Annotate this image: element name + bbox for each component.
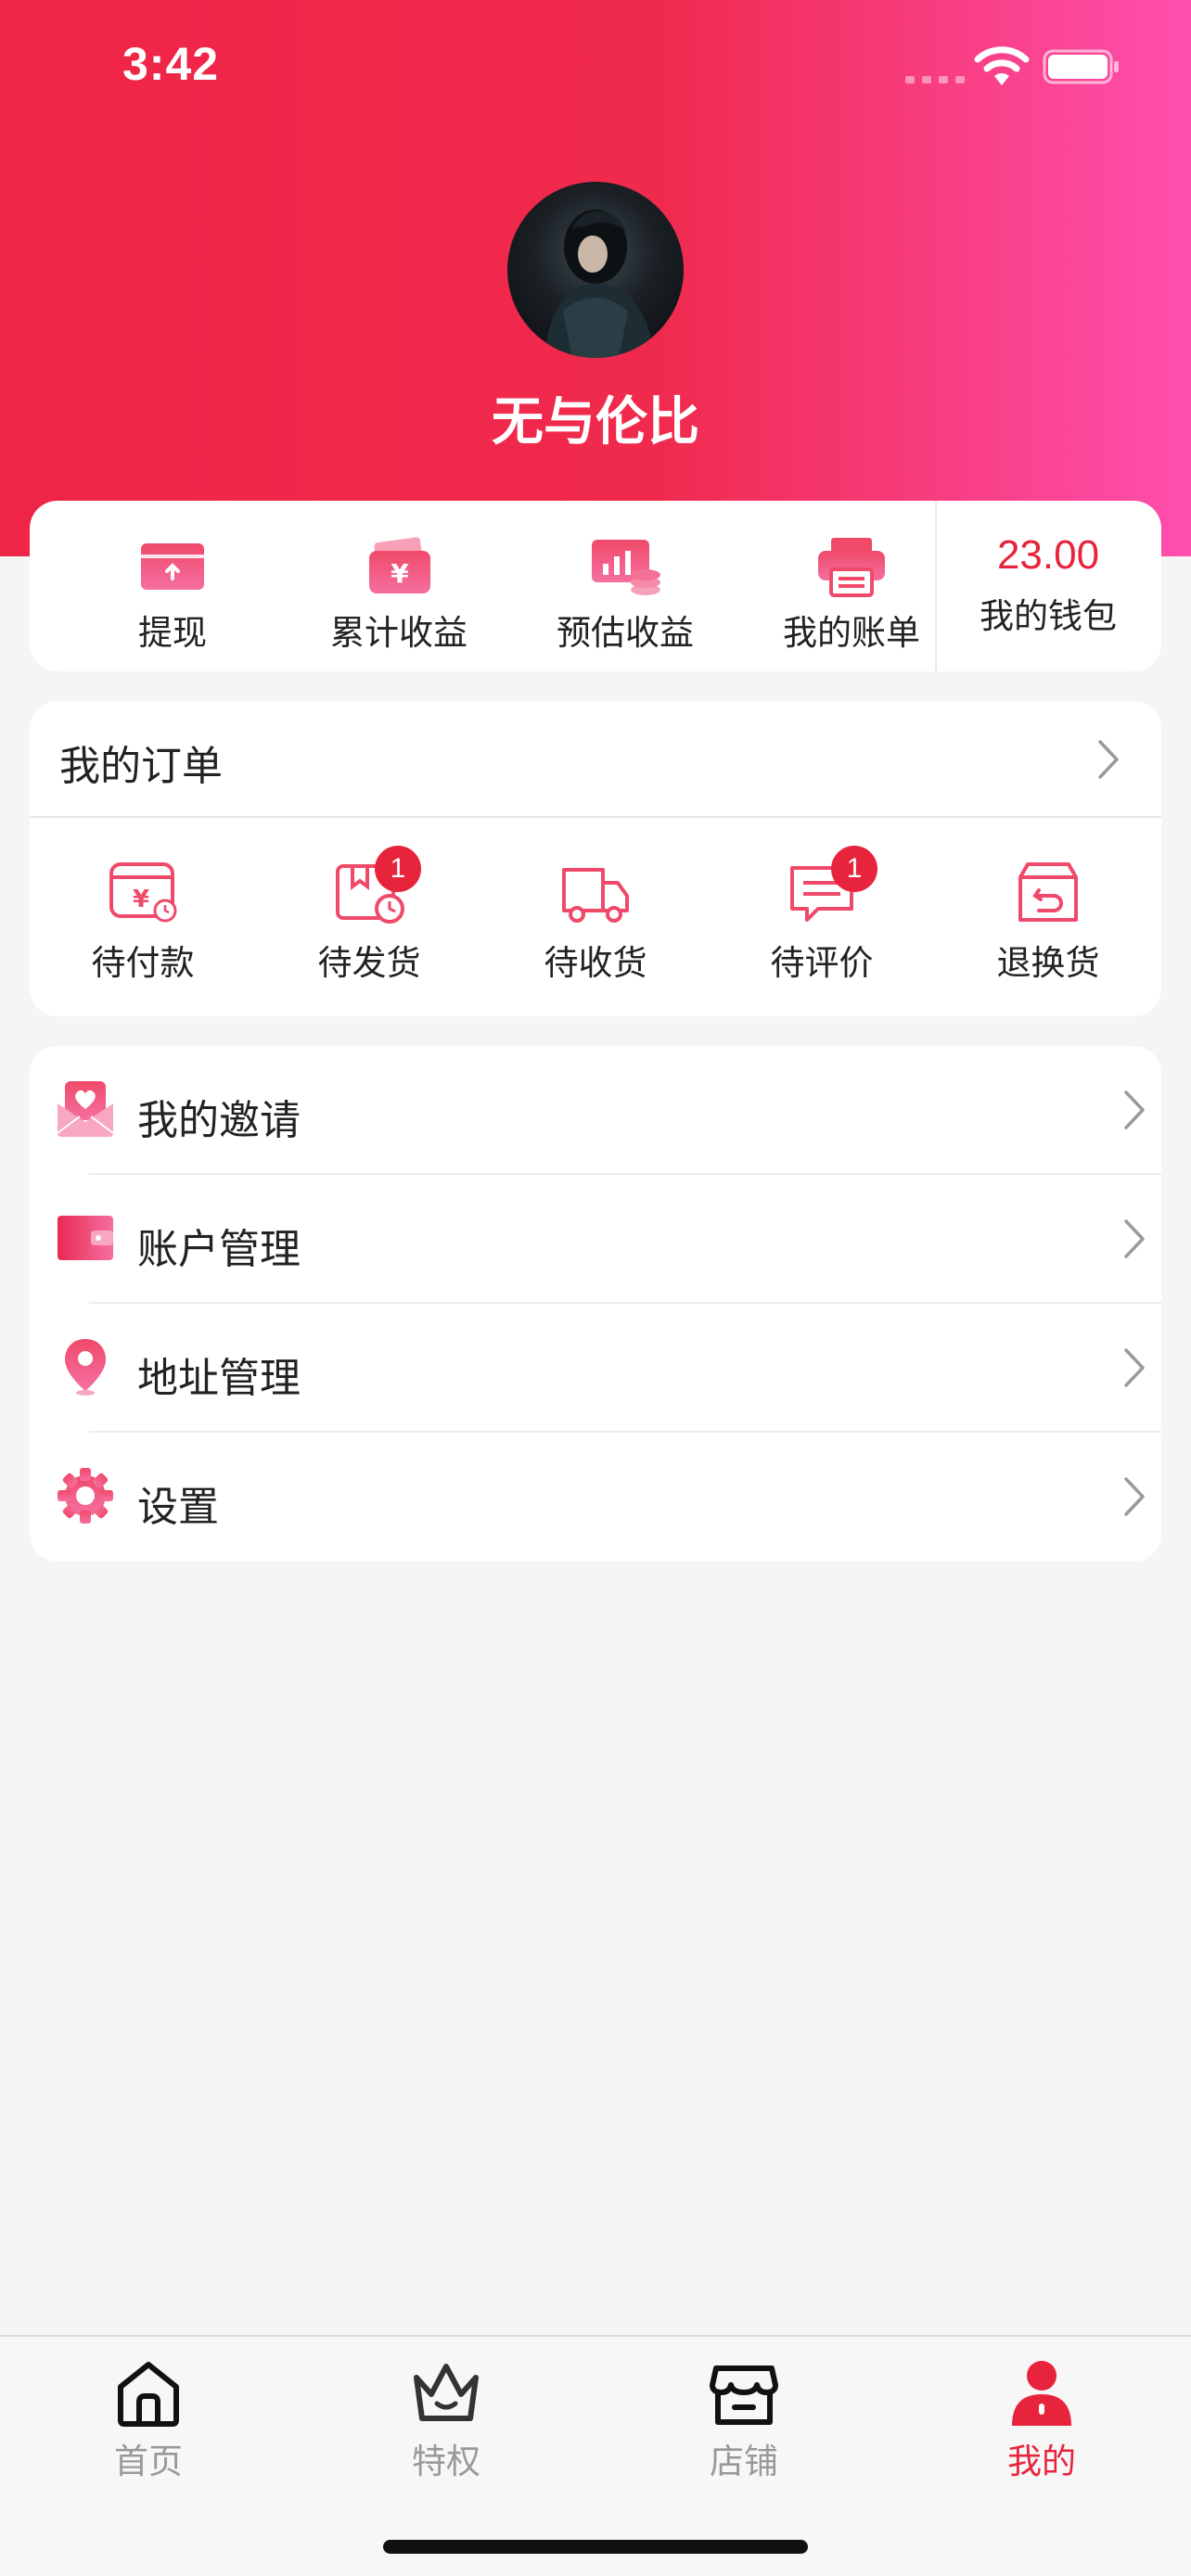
orders-card: 我的订单 ¥ 待付款 1 待发货 待收货 1 待评价 退换货	[30, 701, 1161, 1016]
printer-bill-icon	[818, 538, 885, 597]
heart-envelope-icon	[57, 1081, 114, 1137]
tab-privileges[interactable]: 特权	[353, 2355, 539, 2494]
my-wallet-button[interactable]: 23.00 我的钱包	[935, 501, 1161, 671]
order-pending-shipment[interactable]: 1 待发货	[256, 846, 482, 998]
menu-item-account-management[interactable]: 账户管理	[30, 1175, 1161, 1304]
menu-item-my-invitations-label: 我的邀请	[137, 1097, 301, 1144]
menu-item-address-management-label: 地址管理	[137, 1355, 301, 1402]
withdraw-label: 提现	[138, 613, 207, 653]
wallet-label: 我的钱包	[980, 596, 1117, 636]
chevron-right-icon	[1124, 1090, 1145, 1129]
order-pending-shipment-label: 待发货	[317, 943, 421, 983]
total-income-button[interactable]: ¥ 累计收益	[286, 501, 512, 671]
tab-mine-label: 我的	[1007, 2442, 1076, 2481]
gear-icon	[58, 1468, 113, 1524]
tab-home-label: 首页	[114, 2442, 183, 2481]
crown-icon	[414, 2364, 479, 2421]
order-returns-label: 退换货	[996, 943, 1100, 983]
menu-item-settings[interactable]: 设置	[30, 1433, 1161, 1562]
avatar[interactable]	[507, 182, 684, 358]
svg-text:¥: ¥	[391, 558, 409, 589]
return-box-icon	[1018, 862, 1078, 922]
avatar-photo	[544, 210, 656, 358]
svg-text:¥: ¥	[133, 886, 149, 913]
menu-item-account-management-label: 账户管理	[137, 1226, 301, 1273]
order-pending-receipt[interactable]: 待收货	[482, 859, 709, 998]
order-pending-payment-label: 待付款	[91, 943, 195, 983]
chevron-right-icon	[1124, 1219, 1145, 1258]
pending-shipment-badge: 1	[375, 846, 421, 892]
yuan-wallet-icon: ¥	[369, 537, 430, 593]
home-icon	[118, 2362, 179, 2427]
menu-item-address-management[interactable]: 地址管理	[30, 1304, 1161, 1433]
chevron-right-icon	[1098, 740, 1119, 779]
wifi-icon	[974, 46, 1030, 85]
total-income-label: 累计收益	[330, 613, 467, 653]
order-returns[interactable]: 退换货	[935, 859, 1161, 998]
home-indicator[interactable]	[383, 2540, 808, 2554]
person-icon	[1012, 2361, 1071, 2426]
wallet-amount: 23.00	[996, 532, 1100, 578]
payment-pending-icon: ¥	[109, 862, 177, 923]
order-pending-review[interactable]: 1 待评价	[709, 846, 935, 998]
battery-icon	[1043, 49, 1119, 84]
chart-coins-icon	[592, 540, 660, 595]
store-icon	[710, 2366, 778, 2425]
chevron-right-icon	[1124, 1348, 1145, 1387]
tab-store-label: 店铺	[710, 2442, 778, 2481]
username: 无与伦比	[492, 392, 699, 453]
status-time: 3:42	[122, 38, 220, 90]
estimated-income-label: 预估收益	[557, 613, 694, 653]
status-bar: 3:42	[0, 0, 1191, 139]
my-orders-row[interactable]: 我的订单	[30, 701, 1161, 818]
order-pending-receipt-label: 待收货	[544, 943, 647, 983]
pending-review-badge: 1	[831, 846, 877, 892]
menu-item-my-invitations[interactable]: 我的邀请	[30, 1046, 1161, 1175]
order-pending-payment[interactable]: ¥ 待付款	[30, 859, 256, 998]
tab-privileges-label: 特权	[412, 2442, 480, 2481]
menu-item-settings-label: 设置	[137, 1484, 219, 1531]
my-orders-title: 我的订单	[59, 743, 223, 790]
cellular-signal-icon	[905, 76, 965, 83]
chevron-right-icon	[1124, 1477, 1145, 1516]
withdraw-card-icon	[141, 543, 204, 590]
tab-home[interactable]: 首页	[56, 2355, 241, 2494]
estimated-income-button[interactable]: 预估收益	[512, 501, 738, 671]
my-bill-label: 我的账单	[783, 613, 920, 653]
delivery-truck-icon	[562, 868, 629, 923]
tab-store[interactable]: 店铺	[651, 2355, 837, 2494]
withdraw-button[interactable]: 提现	[59, 501, 286, 671]
menu-card: 我的邀请 账户管理 地址管理 设置	[30, 1046, 1161, 1562]
tab-mine[interactable]: 我的	[949, 2355, 1134, 2494]
my-bill-button[interactable]: 我的账单	[738, 501, 965, 671]
location-pin-icon	[65, 1339, 106, 1396]
earnings-card: 提现 ¥ 累计收益 预估收益 我的账单 23.00 我的钱包	[30, 501, 1161, 671]
order-pending-review-label: 待评价	[770, 943, 874, 983]
wallet-card-icon	[58, 1216, 113, 1260]
